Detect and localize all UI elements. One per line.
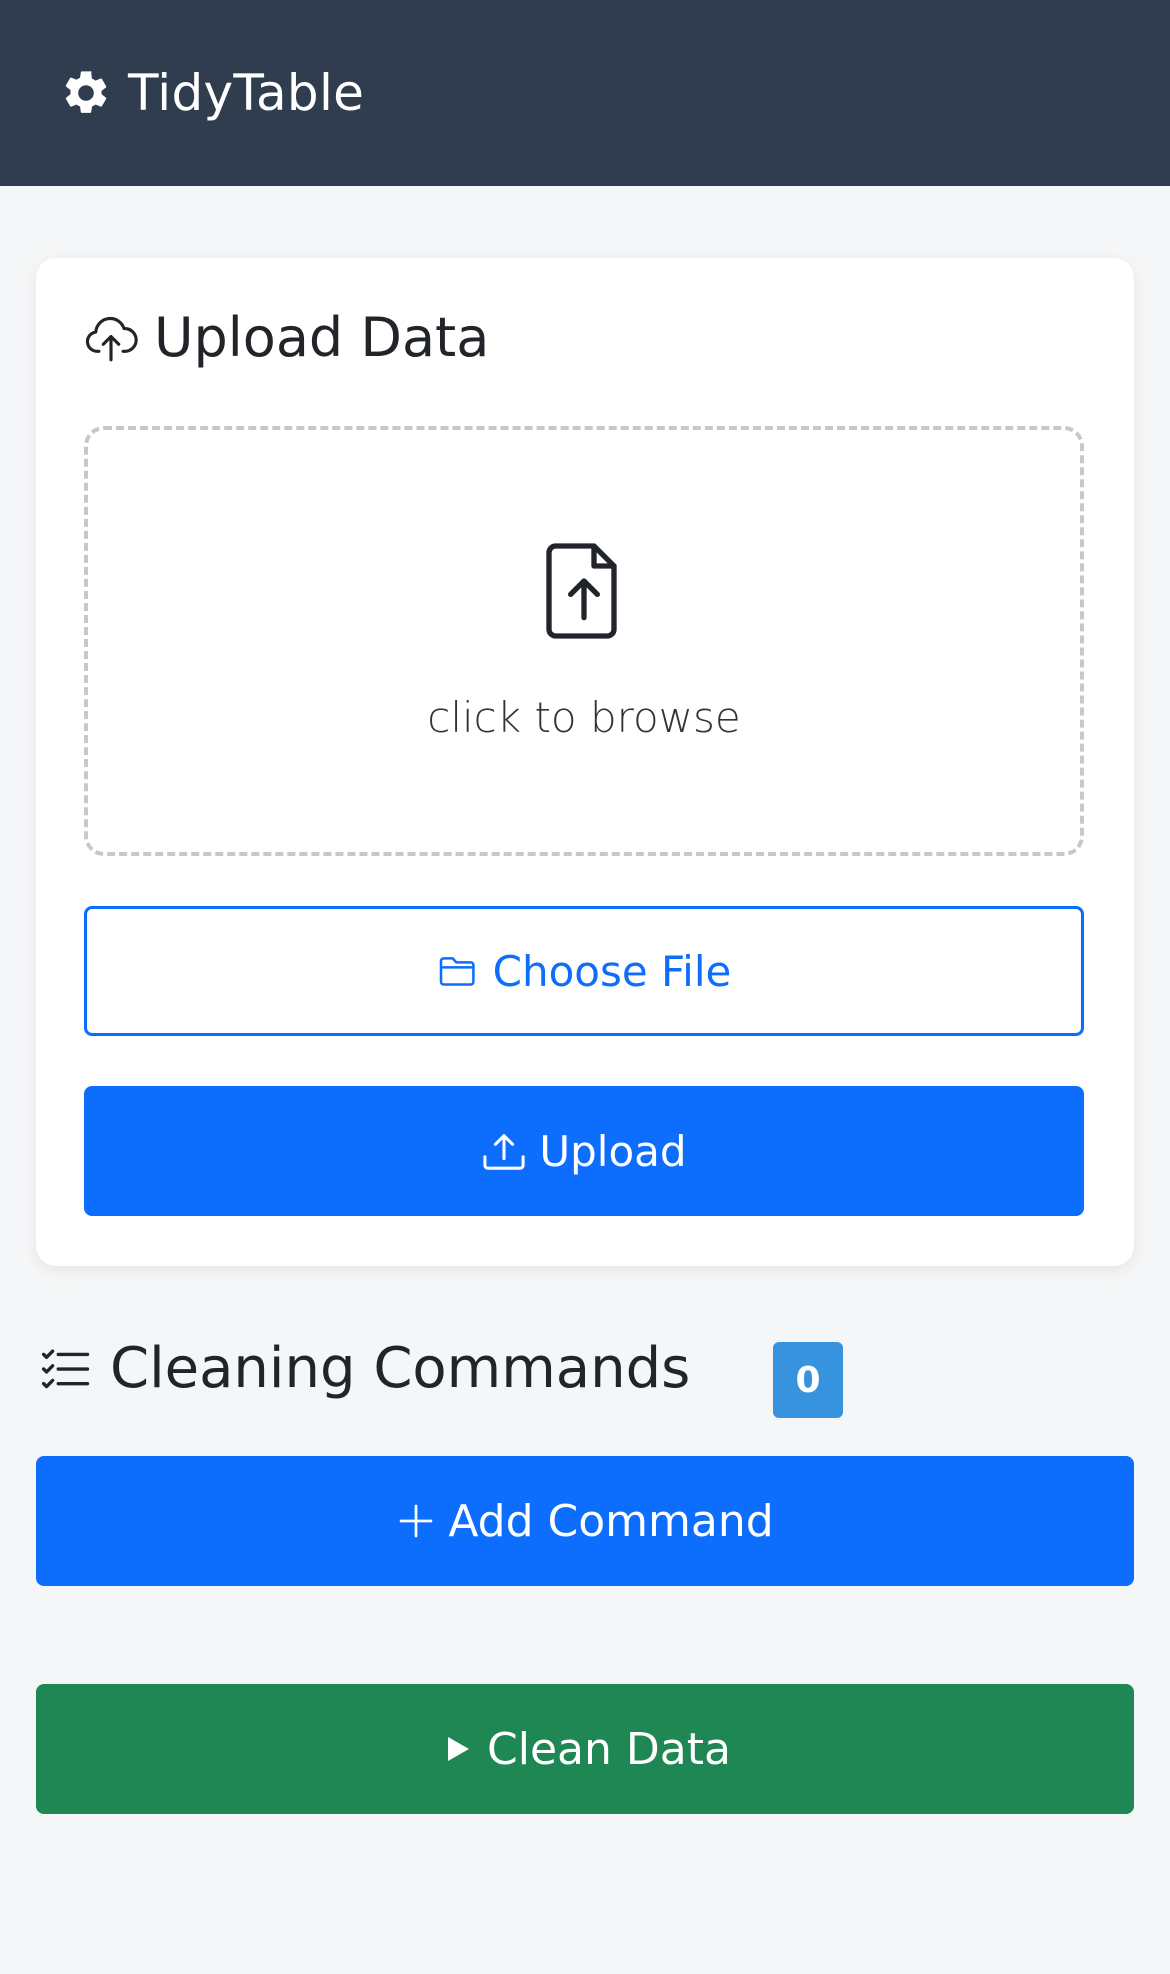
upload-button[interactable]: Upload xyxy=(84,1086,1084,1216)
upload-card: Upload Data click to browse Choose File … xyxy=(36,258,1134,1266)
file-dropzone[interactable]: click to browse xyxy=(84,426,1084,856)
command-count-badge: 0 xyxy=(773,1342,843,1418)
cleaning-commands-title: Cleaning Commands xyxy=(38,1336,690,1401)
folder-icon xyxy=(439,957,475,986)
brand-link[interactable]: TidyTable xyxy=(60,64,364,122)
upload-title-text: Upload Data xyxy=(154,306,490,369)
choose-file-label: Choose File xyxy=(492,946,732,996)
upload-icon xyxy=(483,1134,526,1170)
cleaning-commands-title-text: Cleaning Commands xyxy=(110,1336,691,1401)
add-command-button[interactable]: Add Command xyxy=(36,1456,1134,1586)
clean-data-button[interactable]: Clean Data xyxy=(36,1684,1134,1814)
file-upload-icon xyxy=(546,542,617,639)
choose-file-button[interactable]: Choose File xyxy=(84,906,1084,1036)
gear-icon xyxy=(65,71,107,113)
clean-data-label: Clean Data xyxy=(487,1723,731,1775)
plus-icon xyxy=(399,1504,433,1538)
cloud-upload-icon xyxy=(85,316,138,361)
play-icon xyxy=(448,1737,470,1761)
upload-label: Upload xyxy=(539,1126,687,1176)
dropzone-text: click to browse xyxy=(427,692,741,742)
list-check-icon xyxy=(41,1349,90,1388)
add-command-label: Add Command xyxy=(448,1495,774,1547)
brand-name: TidyTable xyxy=(128,64,365,122)
navbar: TidyTable xyxy=(0,0,1170,186)
upload-title: Upload Data xyxy=(82,306,489,369)
